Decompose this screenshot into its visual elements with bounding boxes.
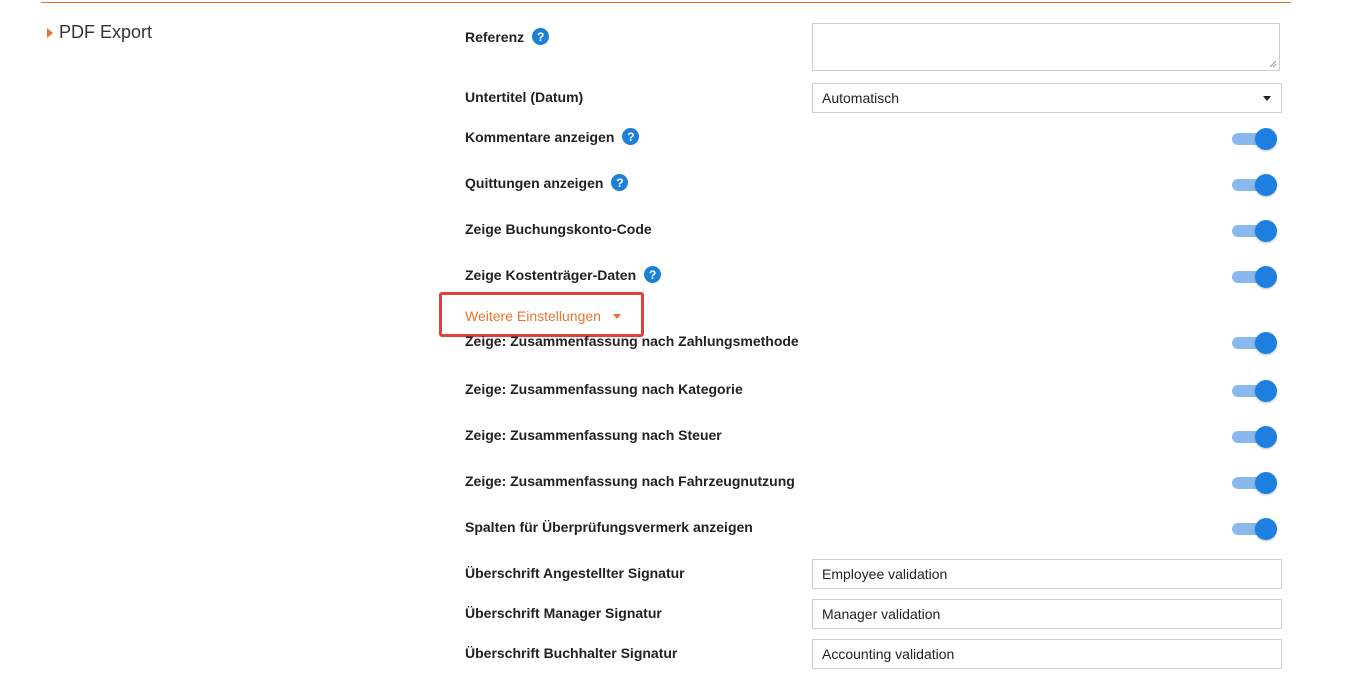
toggle-row-fahrzeugnutzung: Zeige: Zusammenfassung nach Fahrzeugnutz… [465,473,795,489]
help-icon[interactable]: ? [532,28,550,45]
field-row-untertitel: Untertitel (Datum) [465,89,583,105]
untertitel-label: Untertitel (Datum) [465,89,584,105]
toggle-row-kostentraeger: Zeige Kostenträger-Daten ? [465,266,662,283]
quittungen-toggle[interactable] [1232,173,1278,197]
toggle-row-quittungen: Quittungen anzeigen ? [465,174,629,191]
kategorie-toggle[interactable] [1232,379,1278,403]
field-row-accountant-signature: Überschrift Buchhalter Signatur [465,645,677,661]
employee-signature-input[interactable] [812,559,1282,589]
kommentare-label: Kommentare anzeigen [465,128,615,145]
section-title: PDF Export [59,22,153,42]
accountant-signature-label: Überschrift Buchhalter Signatur [465,645,678,661]
toggle-row-buchungskonto: Zeige Buchungskonto-Code [465,221,652,237]
field-row-referenz: Referenz ? [465,28,550,45]
section-divider [41,2,1291,3]
referenz-label: Referenz [465,28,525,45]
toggle-row-steuer: Zeige: Zusammenfassung nach Steuer [465,427,722,443]
untertitel-selected-value: Automatisch [822,90,900,106]
chevron-down-icon [1263,96,1271,101]
accountant-signature-input[interactable] [812,639,1282,669]
help-icon[interactable]: ? [611,174,629,191]
caret-right-icon [47,27,53,38]
kostentraeger-toggle[interactable] [1232,265,1278,289]
steuer-label: Zeige: Zusammenfassung nach Steuer [465,427,722,443]
pruefungsvermerk-toggle[interactable] [1232,517,1278,541]
fahrzeugnutzung-label: Zeige: Zusammenfassung nach Fahrzeugnutz… [465,473,795,489]
employee-signature-label: Überschrift Angestellter Signatur [465,565,685,581]
quittungen-label: Quittungen anzeigen [465,174,604,191]
buchungskonto-label: Zeige Buchungskonto-Code [465,221,652,237]
kostentraeger-label: Zeige Kostenträger-Daten [465,266,637,283]
highlight-box [439,292,644,337]
toggle-row-kommentare: Kommentare anzeigen ? [465,128,640,145]
untertitel-select[interactable]: Automatisch [812,83,1282,113]
zahlungsmethode-label: Zeige: Zusammenfassung nach Zahlungsmeth… [465,333,799,349]
toggle-row-pruefungsvermerk: Spalten für Überprüfungsvermerk anzeigen [465,519,753,535]
zahlungsmethode-toggle[interactable] [1232,331,1278,355]
fahrzeugnutzung-toggle[interactable] [1232,471,1278,495]
section-header-pdf-export[interactable]: PDF Export [47,22,152,43]
kommentare-toggle[interactable] [1232,127,1278,151]
toggle-row-kategorie: Zeige: Zusammenfassung nach Kategorie [465,381,743,397]
referenz-textarea[interactable] [812,23,1280,71]
buchungskonto-toggle[interactable] [1232,219,1278,243]
help-icon[interactable]: ? [644,266,662,283]
resize-grip-icon[interactable] [1269,60,1277,68]
manager-signature-label: Überschrift Manager Signatur [465,605,662,621]
steuer-toggle[interactable] [1232,425,1278,449]
kategorie-label: Zeige: Zusammenfassung nach Kategorie [465,381,743,397]
help-icon[interactable]: ? [622,128,640,145]
field-row-manager-signature: Überschrift Manager Signatur [465,605,662,621]
manager-signature-input[interactable] [812,599,1282,629]
field-row-employee-signature: Überschrift Angestellter Signatur [465,565,685,581]
pruefungsvermerk-label: Spalten für Überprüfungsvermerk anzeigen [465,519,753,535]
toggle-row-zahlungsmethode: Zeige: Zusammenfassung nach Zahlungsmeth… [465,333,799,349]
